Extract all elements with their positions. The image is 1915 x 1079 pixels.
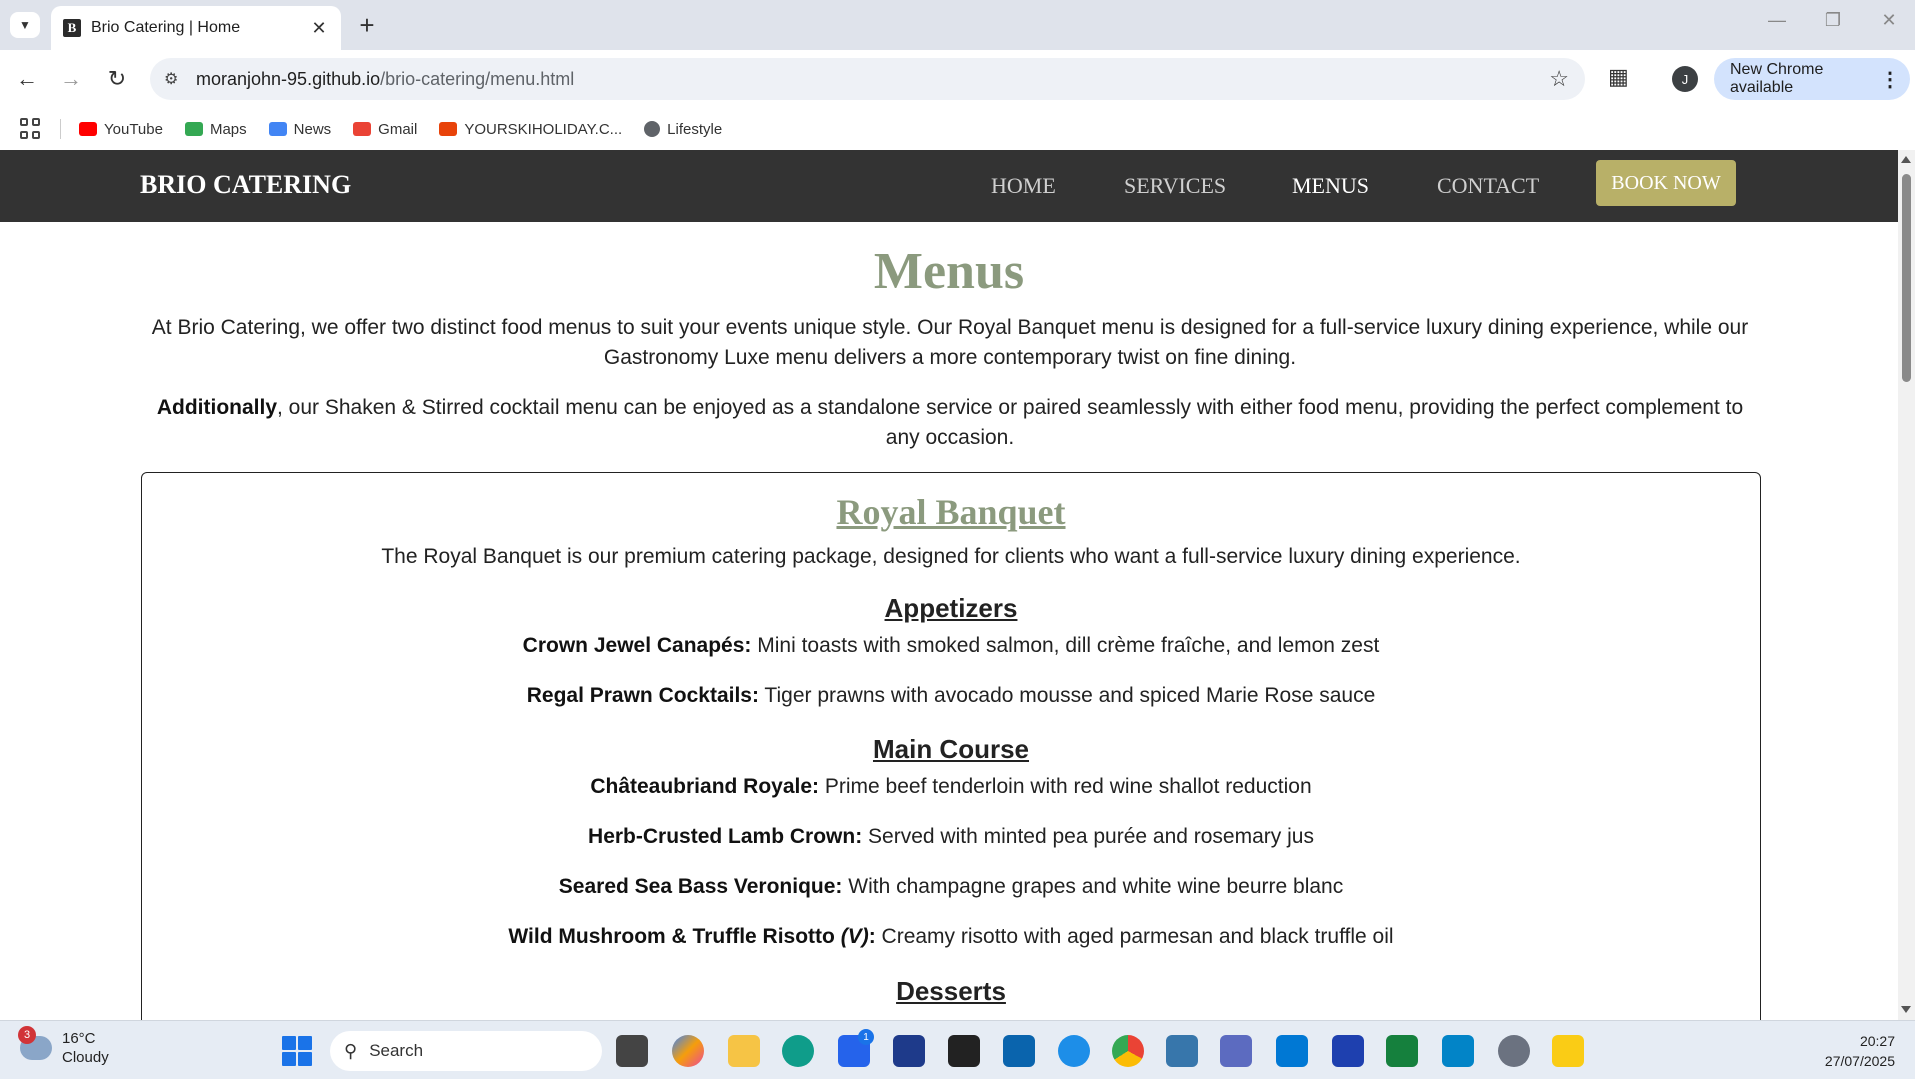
desserts-heading: Desserts — [896, 976, 1006, 1006]
bookmark-maps[interactable]: Maps — [184, 121, 247, 138]
bookmark-gmail[interactable]: Gmail — [353, 121, 417, 138]
menu-item: Regal Prawn Cocktails: Tiger prawns with… — [526, 684, 1376, 707]
weather-badge: 3 — [18, 1026, 36, 1044]
app-snowflake-icon[interactable] — [1058, 1035, 1090, 1067]
book-now-button[interactable]: BOOK NOW — [1596, 160, 1736, 206]
scroll-down-icon[interactable] — [1901, 1006, 1911, 1013]
settings-gear-icon[interactable] — [1498, 1035, 1530, 1067]
close-window-icon[interactable]: ✕ — [1874, 10, 1904, 31]
weather-description: Cloudy — [62, 1049, 109, 1066]
browser-toolbar: ← → ↻ ⚙ moranjohn-95.github.io/brio-cate… — [0, 50, 1915, 108]
taskbar-search[interactable]: ⚲ Search — [330, 1031, 602, 1071]
new-tab-button[interactable]: + — [352, 10, 382, 40]
menu-item: Châteaubriand Royale: Prime beef tenderl… — [590, 775, 1312, 798]
menu-item: Seared Sea Bass Veronique: With champagn… — [558, 875, 1344, 898]
windows-start-icon[interactable] — [282, 1036, 312, 1066]
taskbar: 3 16°C Cloudy ⚲ Search 1 20:27 27/07/202… — [0, 1020, 1915, 1079]
reload-icon[interactable]: ↻ — [102, 64, 132, 94]
site-brand[interactable]: BRIO CATERING — [140, 170, 351, 200]
close-icon[interactable]: ✕ — [309, 18, 329, 39]
intro-additional-paragraph: Additionally, our Shaken & Stirred cockt… — [156, 396, 1744, 449]
tab-strip: ▼ B Brio Catering | Home ✕ + — ❐ ✕ — [0, 0, 1915, 50]
search-placeholder: Search — [369, 1041, 424, 1060]
menu-item: Crown Jewel Canapés: Mini toasts with sm… — [522, 634, 1380, 657]
apps-grid-icon[interactable] — [20, 118, 42, 140]
bookmark-news[interactable]: News — [268, 121, 331, 138]
app-photos-icon[interactable] — [1442, 1035, 1474, 1067]
site-navbar: BRIO CATERING HOME SERVICES MENUS CONTAC… — [0, 150, 1898, 222]
file-explorer-icon[interactable] — [728, 1035, 760, 1067]
page-viewport: BRIO CATERING HOME SERVICES MENUS CONTAC… — [0, 150, 1898, 1020]
bookmark-youtube[interactable]: YouTube — [79, 121, 163, 138]
page-scrollbar[interactable] — [1898, 150, 1915, 1020]
restore-icon[interactable]: ❐ — [1818, 10, 1848, 31]
clock-time: 20:27 — [1859, 1033, 1895, 1049]
chrome-update-button[interactable]: New Chrome available ⋮ — [1714, 58, 1910, 100]
weather-temperature: 16°C — [62, 1030, 96, 1047]
outlook-icon[interactable] — [1003, 1035, 1035, 1067]
tab-search-button[interactable]: ▼ — [10, 12, 40, 38]
site-info-icon[interactable]: ⚙ — [164, 69, 186, 89]
search-icon: ⚲ — [344, 1040, 358, 1061]
extensions-icon[interactable]: ▦ — [1608, 64, 1629, 90]
store-badge: 1 — [858, 1029, 874, 1045]
chevron-down-icon: ▼ — [19, 18, 31, 32]
bookmarks-bar: YouTube Maps News Gmail YOURSKIHOLIDAY.C… — [0, 108, 1915, 150]
menu-item: Wild Mushroom & Truffle Risotto (V): Cre… — [508, 925, 1394, 948]
maps-icon — [184, 122, 203, 136]
chrome-icon[interactable] — [1112, 1035, 1144, 1067]
profile-avatar[interactable]: J — [1672, 66, 1698, 92]
bookmark-yourskiholiday[interactable]: YOURSKIHOLIDAY.C... — [439, 121, 622, 138]
minimize-icon[interactable]: — — [1762, 10, 1792, 31]
app-monitor-icon[interactable] — [1220, 1035, 1252, 1067]
python-icon[interactable] — [1166, 1035, 1198, 1067]
address-bar[interactable]: ⚙ moranjohn-95.github.io/brio-catering/m… — [150, 58, 1585, 100]
menu-item: Herb-Crusted Lamb Crown: Served with min… — [588, 825, 1314, 848]
bookmarks-divider — [60, 119, 61, 139]
royal-banquet-menu-card: Royal Banquet The Royal Banquet is our p… — [141, 472, 1761, 1020]
appetizers-heading: Appetizers — [884, 593, 1018, 623]
site-favicon-icon: B — [63, 19, 81, 37]
scroll-up-icon[interactable] — [1901, 156, 1911, 163]
app-folder-icon[interactable] — [1552, 1035, 1584, 1067]
system-clock[interactable]: 20:27 27/07/2025 — [1825, 1031, 1895, 1071]
tab-title: Brio Catering | Home — [91, 19, 241, 36]
menu-description: The Royal Banquet is our premium caterin… — [381, 545, 1521, 568]
app-green-icon[interactable] — [1386, 1035, 1418, 1067]
vscode-icon[interactable] — [1276, 1035, 1308, 1067]
store-icon[interactable]: 1 — [838, 1029, 874, 1067]
weather-widget[interactable]: 3 16°C Cloudy — [18, 1026, 109, 1067]
cloud-icon: 3 — [18, 1026, 52, 1060]
page-title: Menus — [873, 243, 1025, 300]
skiholiday-icon — [439, 122, 458, 136]
active-tab[interactable]: B Brio Catering | Home ✕ — [51, 6, 341, 50]
booking-icon[interactable] — [893, 1035, 925, 1067]
youtube-icon — [79, 122, 97, 136]
dropbox-icon[interactable] — [948, 1035, 980, 1067]
forward-icon[interactable]: → — [56, 64, 86, 94]
gmail-icon — [353, 122, 372, 136]
nav-services[interactable]: SERVICES — [1124, 173, 1226, 199]
update-label: New Chrome available — [1730, 61, 1824, 96]
url-text: moranjohn-95.github.io/brio-catering/men… — [196, 68, 575, 89]
task-view-icon[interactable] — [616, 1035, 648, 1067]
clock-date: 27/07/2025 — [1824, 1053, 1895, 1069]
intro-paragraph: At Brio Catering, we offer two distinct … — [151, 316, 1749, 369]
scroll-thumb[interactable] — [1902, 174, 1911, 382]
back-icon[interactable]: ← — [12, 64, 42, 94]
globe-icon — [644, 121, 661, 137]
menu-dots-icon[interactable]: ⋮ — [1880, 67, 1900, 92]
menu-title: Royal Banquet — [836, 492, 1066, 532]
bookmark-star-icon[interactable]: ☆ — [1549, 66, 1569, 92]
dropbox-blue-icon[interactable] — [1332, 1035, 1364, 1067]
news-icon — [268, 122, 287, 136]
nav-home[interactable]: HOME — [991, 173, 1056, 199]
nav-menus[interactable]: MENUS — [1292, 173, 1369, 199]
bookmark-lifestyle[interactable]: Lifestyle — [644, 121, 722, 138]
main-course-heading: Main Course — [872, 734, 1030, 764]
copilot-icon[interactable] — [672, 1035, 704, 1067]
nav-contact[interactable]: CONTACT — [1437, 173, 1539, 199]
edge-icon[interactable] — [782, 1035, 814, 1067]
